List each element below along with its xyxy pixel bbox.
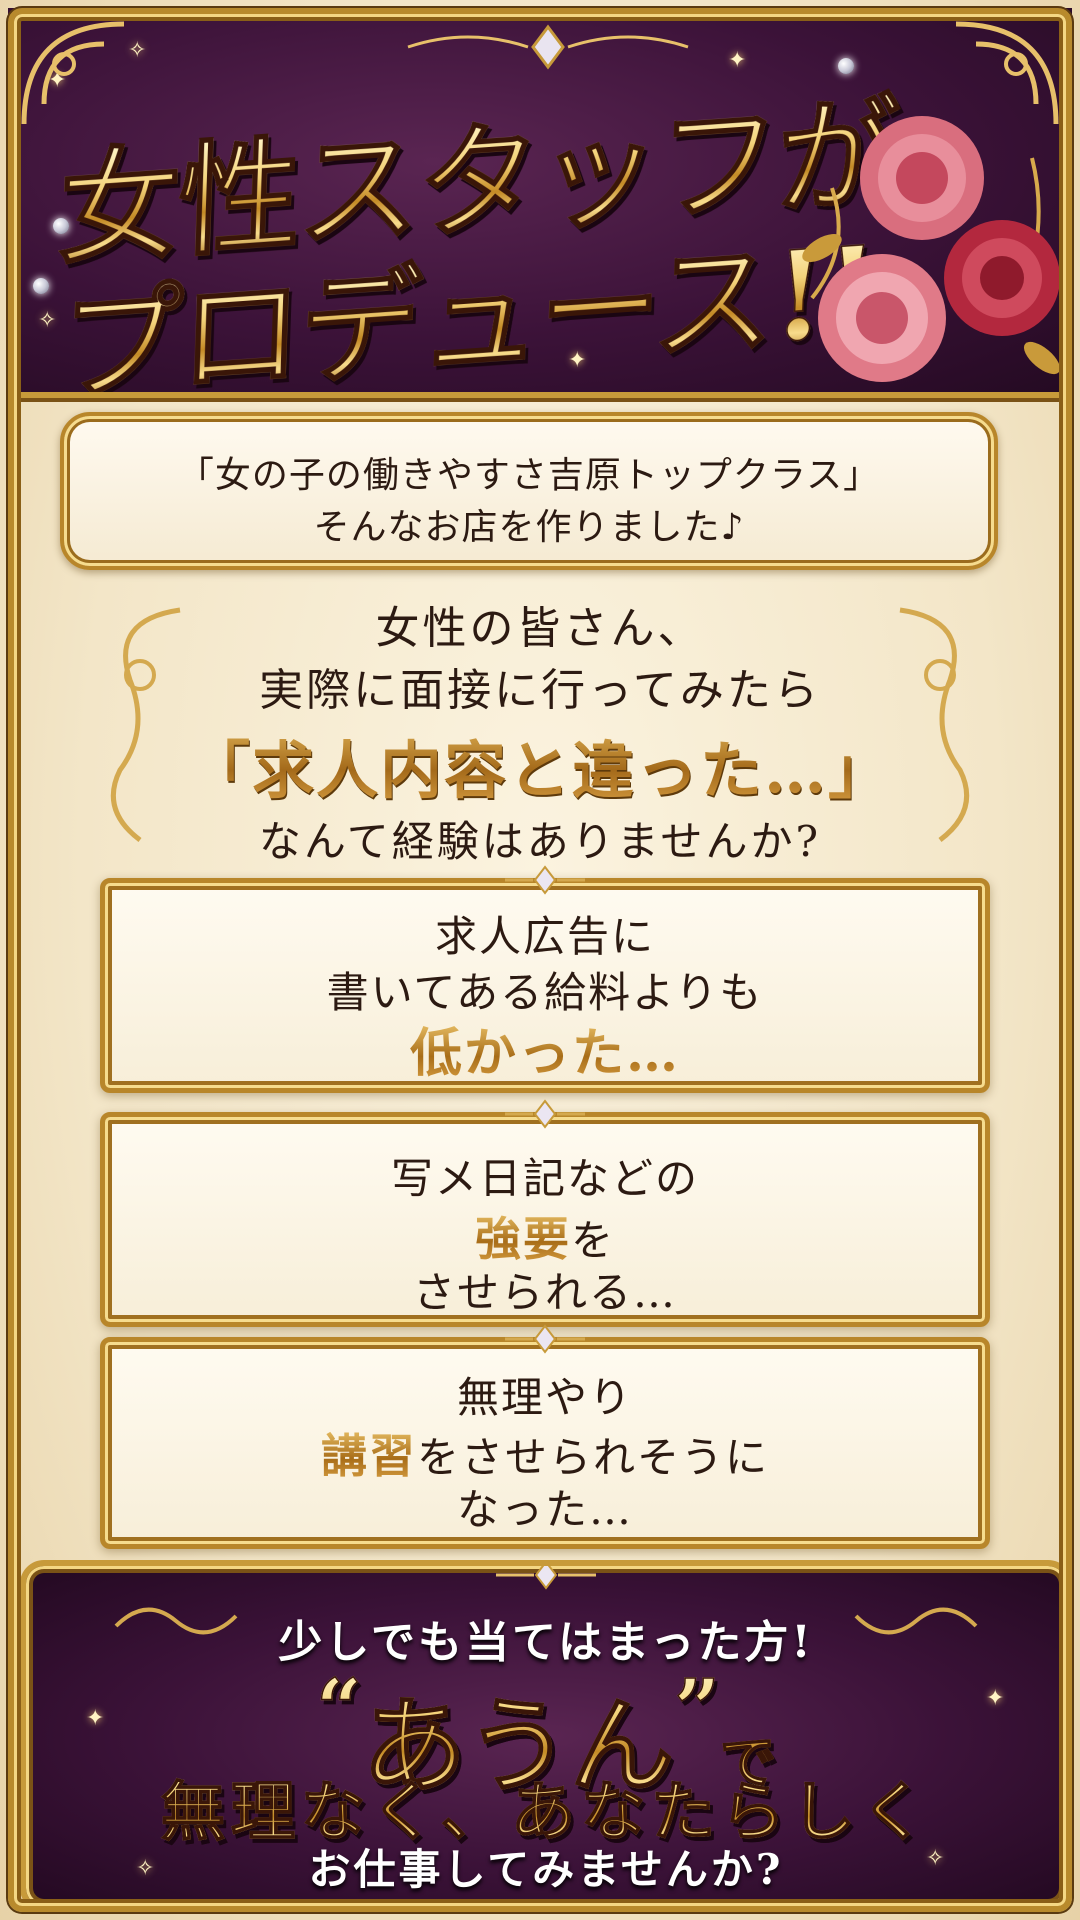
promo-page: ✦ ✧ ✦ ✧ ✦ 女性スタッフが プロデュース!! bbox=[0, 0, 1080, 1920]
outer-frame bbox=[8, 8, 1072, 1912]
